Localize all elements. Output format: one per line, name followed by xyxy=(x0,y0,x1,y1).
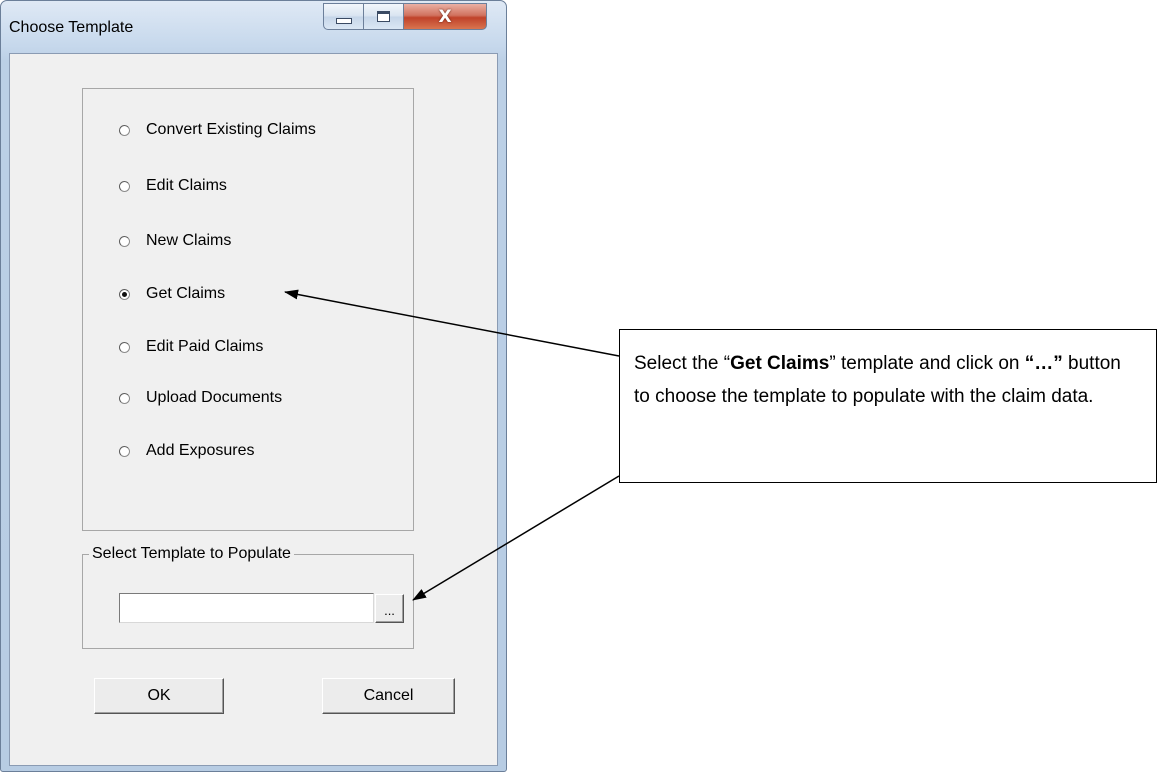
minimize-icon xyxy=(335,17,352,24)
option-edit-paid-claims[interactable]: Edit Paid Claims xyxy=(119,335,263,359)
radio-icon[interactable] xyxy=(119,124,130,136)
option-add-exposures[interactable]: Add Exposures xyxy=(119,439,255,463)
option-convert-existing-claims[interactable]: Convert Existing Claims xyxy=(119,118,316,142)
callout-bold-ellipsis: “…” xyxy=(1024,353,1063,374)
option-label: Upload Documents xyxy=(146,389,283,406)
radio-icon[interactable] xyxy=(119,445,130,457)
instruction-callout: Select the “Get Claims” template and cli… xyxy=(619,329,1157,483)
cancel-button[interactable]: Cancel xyxy=(322,678,455,714)
ok-button[interactable]: OK xyxy=(94,678,224,714)
option-label: Add Exposures xyxy=(146,442,255,459)
maximize-button[interactable] xyxy=(363,3,404,30)
callout-text: ” template and click on xyxy=(829,353,1025,374)
option-label: Edit Claims xyxy=(146,177,227,194)
option-label: Edit Paid Claims xyxy=(146,338,264,355)
radio-icon[interactable] xyxy=(119,341,130,353)
minimize-button[interactable] xyxy=(323,3,364,30)
template-path-input[interactable] xyxy=(119,593,374,623)
radio-icon[interactable] xyxy=(119,235,130,247)
option-edit-claims[interactable]: Edit Claims xyxy=(119,174,227,198)
callout-bold-get-claims: Get Claims xyxy=(730,353,830,374)
select-template-group: Select Template to Populate ... xyxy=(82,545,414,649)
dialog-client-area: Convert Existing Claims Edit Claims New … xyxy=(9,53,498,766)
radio-selected-icon[interactable] xyxy=(119,288,130,300)
option-label: Convert Existing Claims xyxy=(146,121,316,138)
maximize-icon xyxy=(377,11,390,22)
choose-template-window: Choose Template X Convert Existing Claim… xyxy=(0,0,507,772)
option-new-claims[interactable]: New Claims xyxy=(119,229,231,253)
callout-text: Select the “ xyxy=(634,353,731,374)
close-button[interactable]: X xyxy=(403,3,487,30)
option-label: New Claims xyxy=(146,232,232,249)
browse-button[interactable]: ... xyxy=(375,594,404,623)
option-get-claims[interactable]: Get Claims xyxy=(119,282,225,306)
radio-icon[interactable] xyxy=(119,180,130,192)
radio-icon[interactable] xyxy=(119,392,130,404)
option-label: Get Claims xyxy=(146,285,226,302)
template-options-group: Convert Existing Claims Edit Claims New … xyxy=(82,88,414,531)
select-template-legend: Select Template to Populate xyxy=(89,545,294,563)
option-upload-documents[interactable]: Upload Documents xyxy=(119,386,282,410)
close-icon: X xyxy=(438,6,452,27)
title-bar[interactable]: Choose Template X xyxy=(1,1,506,53)
window-title: Choose Template xyxy=(9,19,134,36)
